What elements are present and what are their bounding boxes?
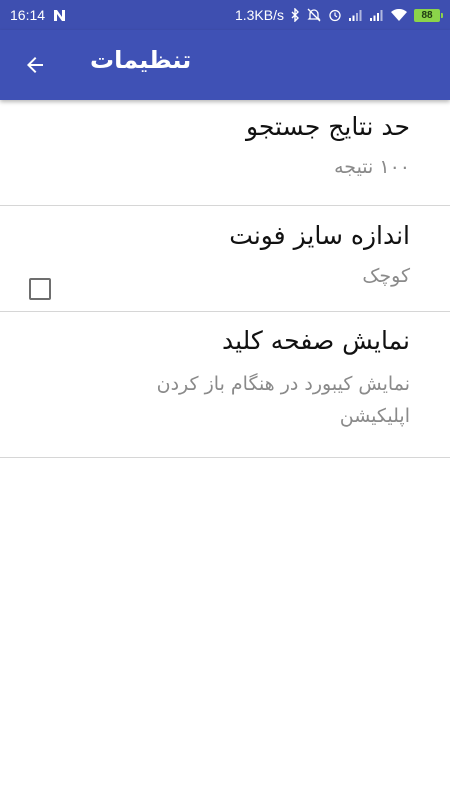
notification-n-icon [53, 9, 66, 22]
wifi-icon [391, 9, 407, 21]
status-time: 16:14 [10, 7, 46, 23]
setting-title: اندازه سایز فونت [229, 221, 410, 250]
status-bar: 16:14 1.3KB/s 88 [0, 0, 450, 30]
back-button[interactable] [16, 46, 54, 84]
mute-icon [307, 8, 321, 22]
signal-icon [349, 9, 363, 21]
app-bar: تنظیمات [0, 30, 450, 100]
setting-title: نمایش صفحه کلید [221, 326, 410, 355]
setting-summary: ۱۰۰ نتیجه [334, 156, 410, 178]
network-speed: 1.3KB/s [234, 7, 284, 23]
setting-summary: کوچک [362, 265, 410, 287]
setting-summary: نمایش کیبورد در هنگام باز کردن اپلیکیشن [156, 373, 410, 427]
signal-icon [370, 9, 384, 21]
battery-icon: 88 [414, 8, 443, 22]
alarm-icon [328, 8, 342, 22]
show-keyboard-checkbox[interactable] [29, 278, 51, 300]
arrow-back-icon [27, 57, 43, 73]
setting-title: حد نتایج جستجو [245, 112, 410, 141]
setting-font-size[interactable]: اندازه سایز فونت کوچک [0, 206, 450, 312]
setting-show-keyboard[interactable]: نمایش صفحه کلید نمایش کیبورد در هنگام با… [0, 312, 450, 458]
setting-search-result-limit[interactable]: حد نتایج جستجو ۱۰۰ نتیجه [0, 100, 450, 206]
bluetooth-icon [291, 8, 300, 22]
page-title: تنظیمات [90, 46, 192, 74]
battery-level: 88 [421, 9, 433, 21]
settings-list: حد نتایج جستجو ۱۰۰ نتیجه اندازه سایز فون… [0, 100, 450, 458]
